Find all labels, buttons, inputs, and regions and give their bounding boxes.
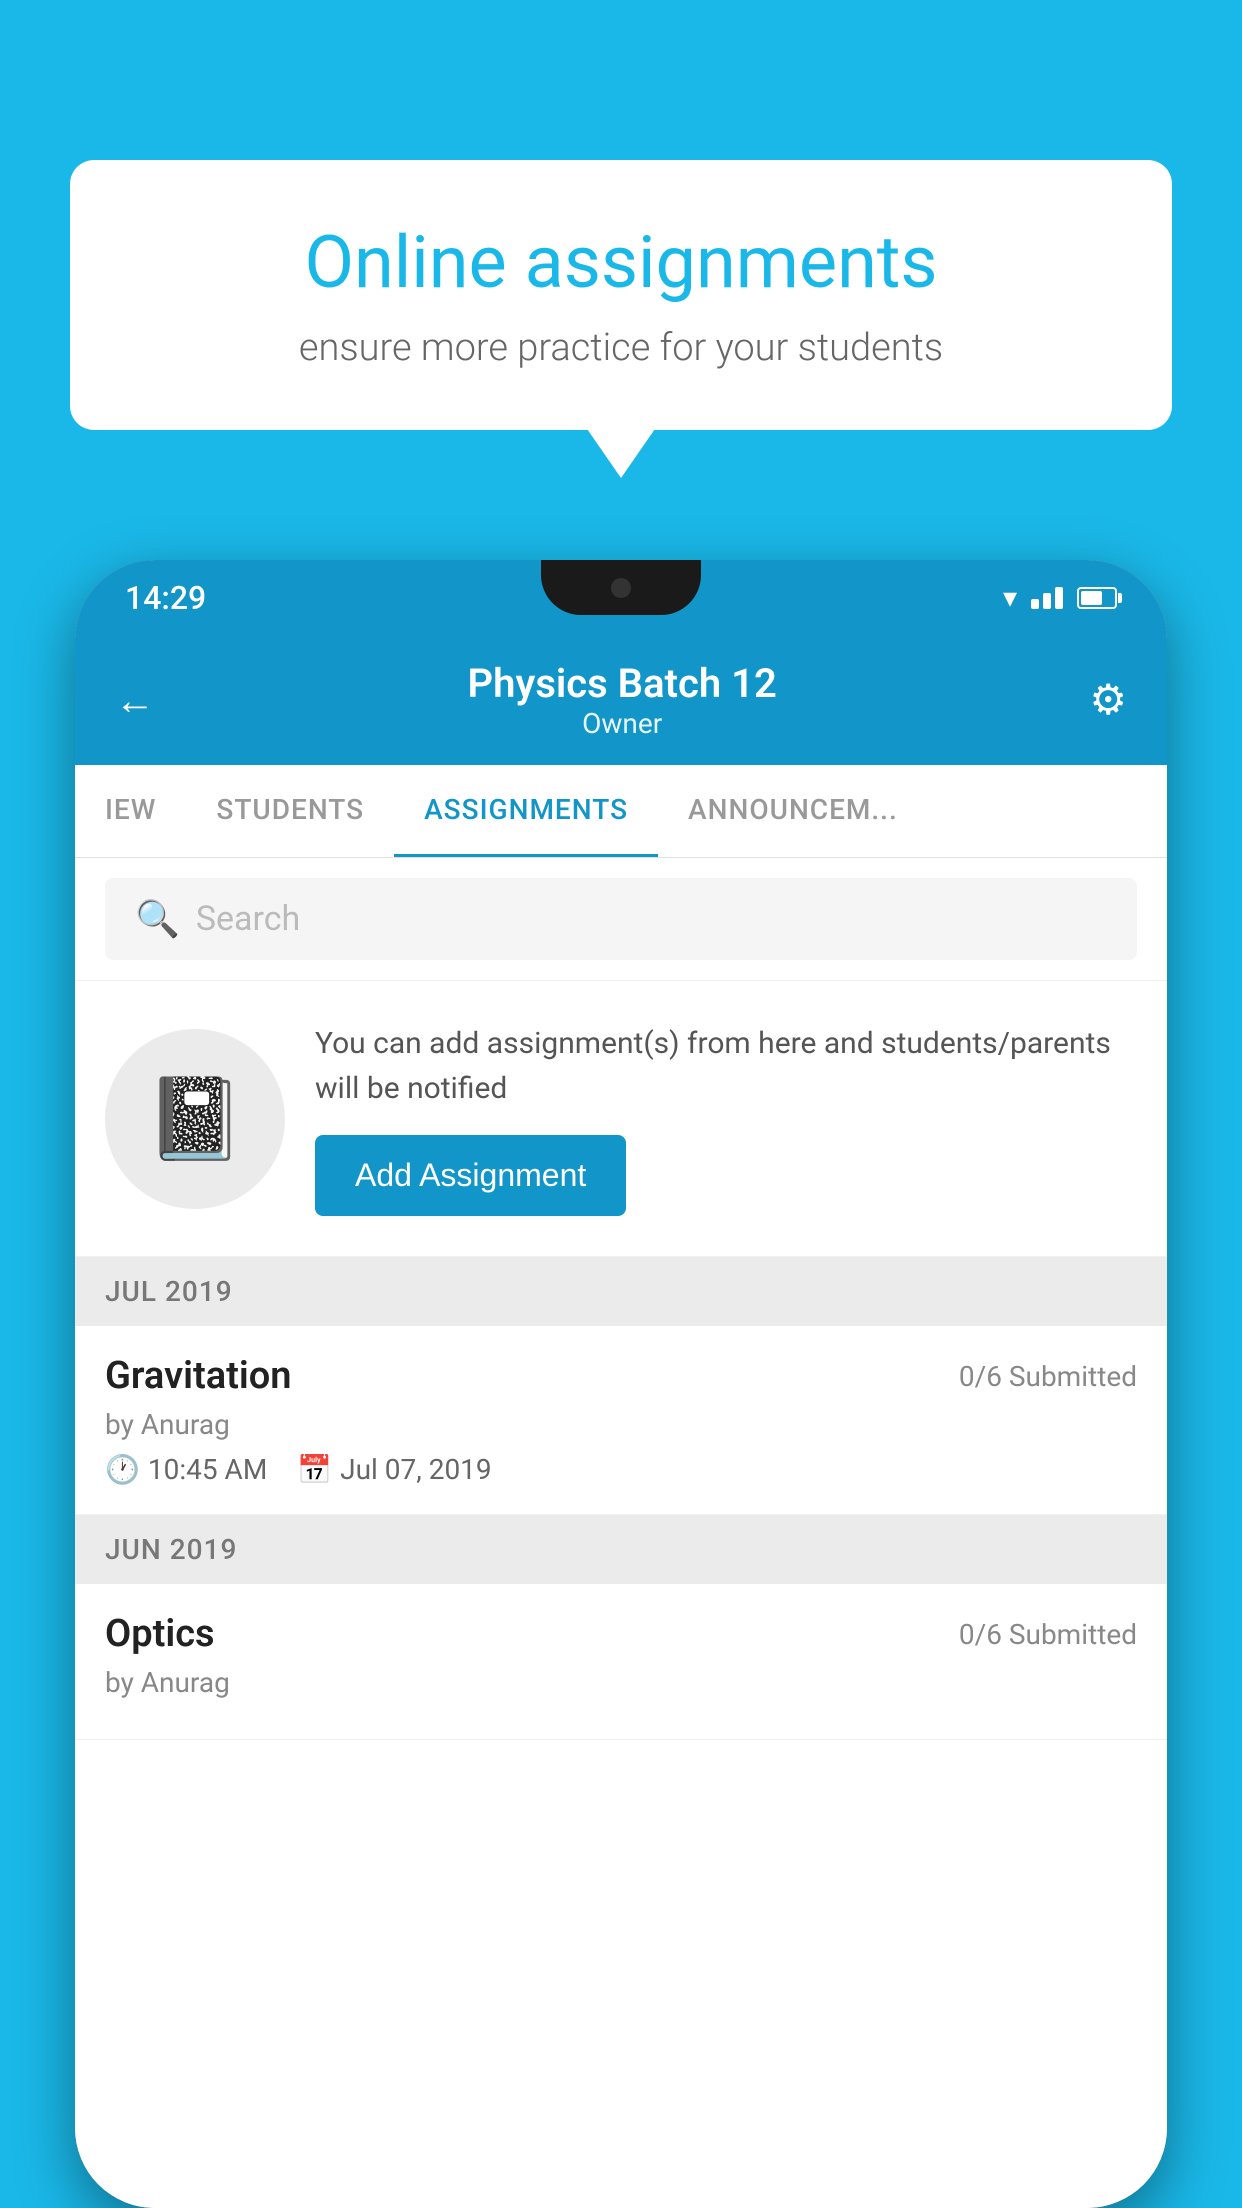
phone-outer: 14:29 ▾ ← (75, 560, 1167, 2208)
add-assignment-button[interactable]: Add Assignment (315, 1135, 626, 1216)
search-container: 🔍 Search (75, 858, 1167, 981)
search-placeholder: Search (196, 899, 300, 939)
assignment-top-row-gravitation: Gravitation 0/6 Submitted (105, 1354, 1137, 1398)
battery-fill (1081, 591, 1102, 605)
tab-students[interactable]: STUDENTS (186, 765, 394, 857)
speech-bubble: Online assignments ensure more practice … (70, 160, 1172, 430)
assignment-item-gravitation[interactable]: Gravitation 0/6 Submitted by Anurag 🕐 10… (75, 1326, 1167, 1515)
notch (541, 560, 701, 615)
notebook-icon: 📓 (145, 1072, 245, 1166)
status-bar: 14:29 ▾ (75, 560, 1167, 635)
header-title: Physics Batch 12 (155, 660, 1089, 707)
section-jul-2019: JUL 2019 (75, 1257, 1167, 1326)
tabs-container: IEW STUDENTS ASSIGNMENTS ANNOUNCEM... (75, 765, 1167, 858)
bubble-title: Online assignments (150, 220, 1092, 306)
bubble-subtitle: ensure more practice for your students (150, 326, 1092, 370)
notebook-circle: 📓 (105, 1029, 285, 1209)
wifi-icon: ▾ (1003, 581, 1017, 614)
speech-bubble-container: Online assignments ensure more practice … (70, 160, 1172, 430)
submitted-badge-gravitation: 0/6 Submitted (959, 1360, 1137, 1393)
status-time: 14:29 (125, 579, 206, 617)
header-title-section: Physics Batch 12 Owner (155, 660, 1089, 740)
add-assignment-desc: You can add assignment(s) from here and … (315, 1021, 1137, 1111)
signal-bar-3 (1055, 587, 1063, 609)
assignment-top-row-optics: Optics 0/6 Submitted (105, 1612, 1137, 1656)
tab-assignments[interactable]: ASSIGNMENTS (394, 765, 658, 857)
section-jun-2019: JUN 2019 (75, 1515, 1167, 1584)
app-header: ← Physics Batch 12 Owner ⚙ (75, 635, 1167, 765)
tab-announcements[interactable]: ANNOUNCEM... (658, 765, 928, 857)
status-icons: ▾ (1003, 581, 1117, 614)
camera-dot (611, 578, 631, 598)
assignment-author-gravitation: by Anurag (105, 1408, 1137, 1441)
assignment-author-optics: by Anurag (105, 1666, 1137, 1699)
settings-icon[interactable]: ⚙ (1089, 675, 1127, 725)
header-subtitle: Owner (155, 707, 1089, 740)
back-button[interactable]: ← (115, 677, 155, 724)
clock-icon: 🕐 (105, 1453, 140, 1486)
assignment-date-gravitation: 📅 Jul 07, 2019 (297, 1453, 491, 1486)
tab-iew[interactable]: IEW (75, 765, 186, 857)
search-icon: 🔍 (135, 898, 180, 940)
phone-container: 14:29 ▾ ← (75, 560, 1167, 2208)
battery-icon (1077, 587, 1117, 609)
submitted-badge-optics: 0/6 Submitted (959, 1618, 1137, 1651)
assignment-title-gravitation: Gravitation (105, 1354, 292, 1398)
assignment-meta-gravitation: 🕐 10:45 AM 📅 Jul 07, 2019 (105, 1453, 1137, 1486)
calendar-icon: 📅 (297, 1453, 332, 1486)
screen-content: 🔍 Search 📓 You can add assignment(s) fro… (75, 858, 1167, 2208)
add-assignment-right: You can add assignment(s) from here and … (315, 1021, 1137, 1216)
signal-bar-1 (1031, 599, 1039, 609)
signal-bar-2 (1043, 593, 1051, 609)
assignment-time-value-gravitation: 10:45 AM (148, 1453, 267, 1486)
assignment-title-optics: Optics (105, 1612, 215, 1656)
assignment-date-value-gravitation: Jul 07, 2019 (340, 1453, 492, 1486)
signal-bars (1031, 587, 1063, 609)
assignment-time-gravitation: 🕐 10:45 AM (105, 1453, 267, 1486)
phone-screen: 14:29 ▾ ← (75, 560, 1167, 2208)
search-bar[interactable]: 🔍 Search (105, 878, 1137, 960)
add-assignment-section: 📓 You can add assignment(s) from here an… (75, 981, 1167, 1257)
assignment-item-optics[interactable]: Optics 0/6 Submitted by Anurag (75, 1584, 1167, 1740)
